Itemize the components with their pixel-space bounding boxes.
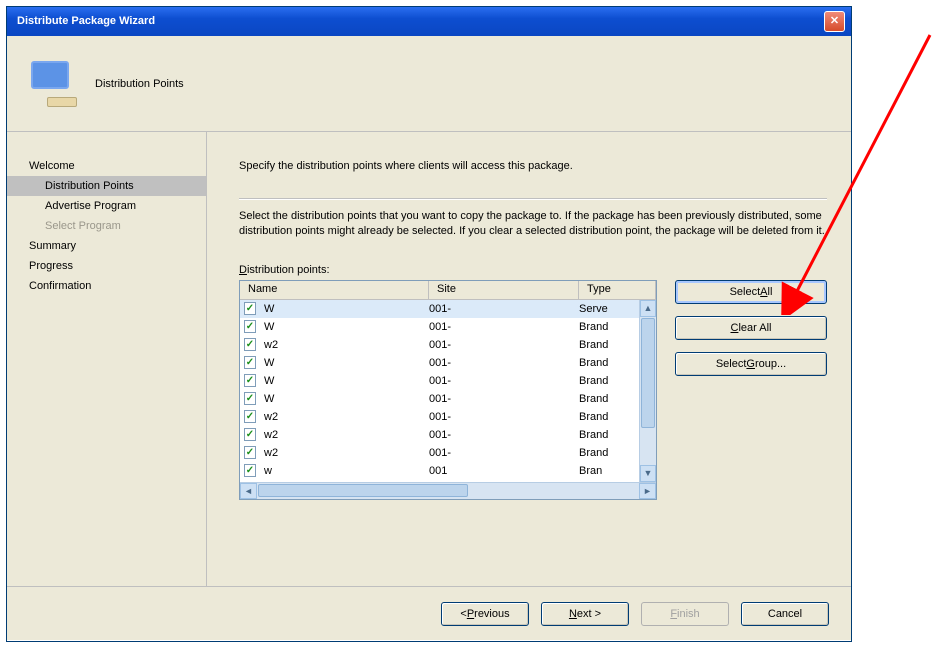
hscroll-thumb[interactable] [258,484,468,497]
scroll-track[interactable] [640,429,656,465]
cell-name: W [260,303,425,315]
cell-name: W [260,375,425,387]
cell-site: 001 [425,465,575,477]
cell-type: Brand [575,429,639,441]
window: Distribute Package Wizard ✕ Distribution… [6,6,852,642]
nav-advertise-program[interactable]: Advertise Program [7,196,206,216]
cell-type: Brand [575,357,639,369]
header-strip: Distribution Points [7,36,851,132]
col-type[interactable]: Type [579,281,656,299]
table-row[interactable]: ✓w2001-Brand [240,426,639,444]
distribution-row: Name Site Type ✓W001-Serve✓W001-Brand✓w2… [239,280,827,500]
cell-name: W [260,321,425,333]
cell-name: w2 [260,429,425,441]
clear-all-button[interactable]: Clear All [675,316,827,340]
scroll-right-button[interactable]: ► [639,483,656,499]
scroll-up-button[interactable]: ▲ [640,300,656,317]
table-row[interactable]: ✓W001-Serve [240,300,639,318]
scroll-left-button[interactable]: ◄ [240,483,257,499]
cell-type: Brand [575,411,639,423]
cell-name: w [260,465,425,477]
instruction-text: Specify the distribution points where cl… [239,160,827,172]
cell-site: 001- [425,393,575,405]
cell-name: w2 [260,447,425,459]
scroll-thumb[interactable] [641,318,655,428]
horizontal-scrollbar[interactable]: ◄ ► [240,482,656,499]
cell-site: 001- [425,411,575,423]
cell-type: Bran [575,465,639,477]
cell-type: Brand [575,339,639,351]
nav-sidebar: Welcome Distribution Points Advertise Pr… [7,132,207,586]
col-name[interactable]: Name [240,281,429,299]
scroll-down-button[interactable]: ▼ [640,465,656,482]
page-title: Distribution Points [95,78,184,90]
cell-type: Serve [575,303,639,315]
cell-site: 001- [425,321,575,333]
content-pane: Specify the distribution points where cl… [207,132,851,586]
col-site[interactable]: Site [429,281,579,299]
table-row[interactable]: ✓w2001-Brand [240,444,639,462]
cell-name: w2 [260,339,425,351]
window-title: Distribute Package Wizard [17,7,155,36]
close-icon: ✕ [830,7,839,36]
nav-welcome[interactable]: Welcome [7,156,206,176]
next-button[interactable]: Next > [541,602,629,626]
cell-name: W [260,393,425,405]
description-text: Select the distribution points that you … [239,209,827,240]
divider [239,198,827,199]
cell-type: Brand [575,321,639,333]
cell-type: Brand [575,393,639,405]
cell-site: 001- [425,429,575,441]
finish-button: Finish [641,602,729,626]
side-buttons: Select All Clear All Select Group... [675,280,827,376]
table-row[interactable]: ✓W001-Brand [240,318,639,336]
previous-button[interactable]: < Previous [441,602,529,626]
select-group-button[interactable]: Select Group... [675,352,827,376]
table-body[interactable]: ✓W001-Serve✓W001-Brand✓w2001-Brand✓W001-… [240,300,639,482]
cell-name: W [260,357,425,369]
nav-distribution-points[interactable]: Distribution Points [7,176,206,196]
row-checkbox[interactable]: ✓ [240,464,260,477]
table-row[interactable]: ✓w001Bran [240,462,639,480]
row-checkbox[interactable]: ✓ [240,374,260,387]
row-checkbox[interactable]: ✓ [240,302,260,315]
hscroll-track[interactable] [257,483,639,499]
row-checkbox[interactable]: ✓ [240,338,260,351]
table-row[interactable]: ✓w2001-Brand [240,408,639,426]
table-row[interactable]: ✓w2001-Brand [240,336,639,354]
list-label: Distribution points: [239,264,827,276]
row-checkbox[interactable]: ✓ [240,320,260,333]
cell-site: 001- [425,339,575,351]
row-checkbox[interactable]: ✓ [240,410,260,423]
nav-confirmation[interactable]: Confirmation [7,276,206,296]
row-checkbox[interactable]: ✓ [240,446,260,459]
cell-name: w2 [260,411,425,423]
vertical-scrollbar[interactable]: ▲ ▼ [639,300,656,482]
nav-select-program: Select Program [7,216,206,236]
row-checkbox[interactable]: ✓ [240,428,260,441]
table-row[interactable]: ✓W001-Brand [240,390,639,408]
footer: < Previous Next > Finish Cancel [7,586,851,641]
table-header[interactable]: Name Site Type [240,281,656,300]
row-checkbox[interactable]: ✓ [240,356,260,369]
cell-type: Brand [575,447,639,459]
nav-progress[interactable]: Progress [7,256,206,276]
close-button[interactable]: ✕ [824,11,845,32]
cell-site: 001- [425,303,575,315]
titlebar[interactable]: Distribute Package Wizard ✕ [7,7,851,36]
cell-site: 001- [425,357,575,369]
row-checkbox[interactable]: ✓ [240,392,260,405]
table-row[interactable]: ✓W001-Brand [240,372,639,390]
distribution-points-table[interactable]: Name Site Type ✓W001-Serve✓W001-Brand✓w2… [239,280,657,500]
computer-icon [31,61,77,107]
table-row[interactable]: ✓W001-Brand [240,354,639,372]
cell-site: 001- [425,375,575,387]
cell-type: Brand [575,375,639,387]
cancel-button[interactable]: Cancel [741,602,829,626]
body-area: Welcome Distribution Points Advertise Pr… [7,132,851,586]
cell-site: 001- [425,447,575,459]
nav-summary[interactable]: Summary [7,236,206,256]
select-all-button[interactable]: Select All [675,280,827,304]
